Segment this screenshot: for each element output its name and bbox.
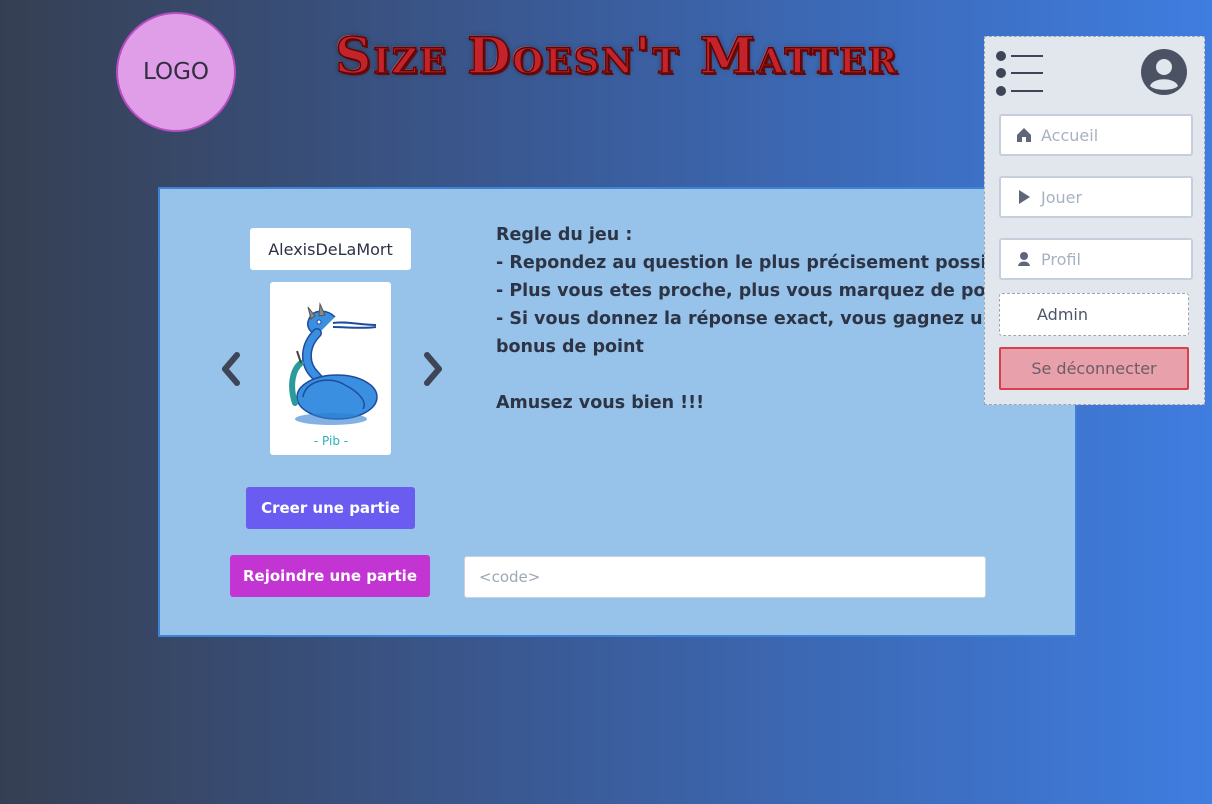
join-game-button[interactable]: Rejoindre une partie (230, 555, 430, 597)
side-menu: Accueil Jouer Profil Admin Se déconnecte… (984, 36, 1205, 405)
menu-item-jouer[interactable]: Jouer (999, 176, 1193, 218)
logout-button[interactable]: Se déconnecter (999, 347, 1189, 390)
home-icon (1015, 126, 1033, 144)
hamburger-menu-icon[interactable] (995, 51, 1045, 99)
rules-line: - Plus vous etes proche, plus vous marqu… (496, 281, 1023, 301)
menu-item-profil[interactable]: Profil (999, 238, 1193, 280)
avatar-signature: - Pib - (313, 434, 347, 448)
chevron-right-icon (424, 352, 442, 386)
menu-item-admin[interactable]: Admin (999, 293, 1189, 336)
create-game-button[interactable]: Creer une partie (246, 487, 415, 529)
logo: LOGO (116, 12, 236, 132)
next-avatar-button[interactable] (418, 349, 448, 389)
rules-line: bonus de point (496, 337, 644, 357)
menu-item-label: Jouer (1041, 187, 1083, 207)
rules-text: Regle du jeu : - Repondez au question le… (496, 221, 1023, 417)
menu-item-accueil[interactable]: Accueil (999, 114, 1193, 156)
main-card: AlexisDeLaMort - Pib - Regle du jeu: - … (158, 187, 1077, 637)
rules-title: Regle du jeu : (496, 225, 633, 245)
game-code-input[interactable] (464, 556, 986, 598)
user-icon (1015, 250, 1033, 268)
menu-item-label: Profil (1041, 249, 1081, 269)
play-icon (1015, 188, 1033, 206)
player-name-label: AlexisDeLaMort (250, 228, 411, 270)
rules-line: - Si vous donnez la réponse exact, vous … (496, 309, 996, 329)
avatar-card: - Pib - (270, 282, 391, 455)
account-icon[interactable] (1140, 48, 1188, 96)
previous-avatar-button[interactable] (216, 349, 246, 389)
menu-item-label: Accueil (1041, 125, 1099, 145)
rules-line: - Repondez au question le plus préciseme… (496, 253, 1017, 273)
site-title: Size Doesn't Matter (334, 25, 899, 86)
logo-text: LOGO (142, 59, 210, 85)
rules-closing: Amusez vous bien !!! (496, 393, 705, 413)
blue-dragon-avatar-icon: - Pib - (288, 301, 378, 448)
chevron-left-icon (222, 352, 240, 386)
